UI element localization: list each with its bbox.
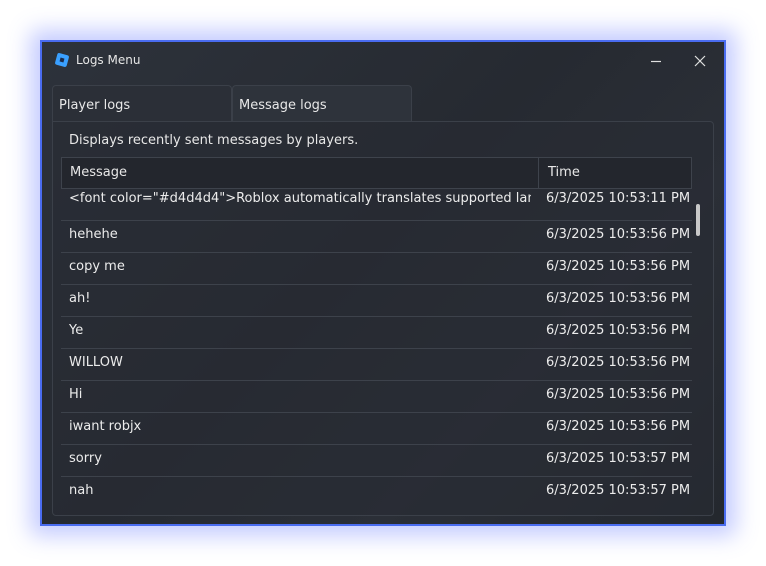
close-icon — [694, 55, 706, 67]
time-cell: 6/3/2025 10:53:56 PM — [546, 323, 691, 338]
message-cell: Ye — [69, 323, 84, 338]
message-cell: sorry — [69, 451, 102, 466]
message-logs-panel: Displays recently sent messages by playe… — [52, 121, 714, 516]
vertical-scrollbar-thumb[interactable] — [696, 204, 700, 236]
message-cell: ah! — [69, 291, 91, 306]
time-cell: 6/3/2025 10:53:56 PM — [546, 291, 691, 306]
message-cell: nah — [69, 483, 94, 498]
tab-message-logs[interactable]: Message logs — [232, 85, 412, 121]
table-header: Message Time — [61, 157, 692, 189]
time-cell: 6/3/2025 10:53:56 PM — [546, 419, 691, 434]
message-table: Message Time <font color="#d4d4d4">Roblo… — [61, 157, 692, 507]
time-cell: 6/3/2025 10:53:57 PM — [546, 451, 691, 466]
time-cell: 6/3/2025 10:53:56 PM — [546, 355, 691, 370]
minimize-icon — [651, 60, 661, 63]
table-body: <font color="#d4d4d4">Roblox automatical… — [61, 189, 692, 507]
table-row[interactable]: WILLOW 6/3/2025 10:53:56 PM — [61, 349, 692, 381]
time-cell: 6/3/2025 10:53:11 PM — [546, 191, 691, 206]
message-cell: copy me — [69, 259, 125, 274]
message-cell: Hi — [69, 387, 83, 402]
table-row[interactable]: Ye 6/3/2025 10:53:56 PM — [61, 317, 692, 349]
minimize-button[interactable] — [634, 42, 678, 80]
table-row[interactable]: iwant robjx 6/3/2025 10:53:56 PM — [61, 413, 692, 445]
table-row[interactable]: hehehe 6/3/2025 10:53:56 PM — [61, 221, 692, 253]
table-row[interactable]: ah! 6/3/2025 10:53:56 PM — [61, 285, 692, 317]
table-row[interactable]: sorry 6/3/2025 10:53:57 PM — [61, 445, 692, 477]
close-button[interactable] — [678, 42, 722, 80]
column-header-time[interactable]: Time — [540, 158, 580, 188]
table-row[interactable]: <font color="#d4d4d4">Roblox automatical… — [61, 189, 692, 221]
tab-label: Player logs — [59, 98, 131, 113]
title-bar[interactable]: Logs Menu — [42, 42, 724, 80]
time-cell: 6/3/2025 10:53:57 PM — [546, 483, 691, 498]
column-header-message[interactable]: Message — [62, 158, 539, 188]
table-row[interactable]: copy me 6/3/2025 10:53:56 PM — [61, 253, 692, 285]
table-row[interactable]: nah 6/3/2025 10:53:57 PM — [61, 477, 692, 507]
time-cell: 6/3/2025 10:53:56 PM — [546, 259, 691, 274]
tab-label: Message logs — [239, 98, 327, 113]
window-title: Logs Menu — [76, 53, 141, 67]
message-cell: <font color="#d4d4d4">Roblox automatical… — [69, 191, 531, 206]
table-row[interactable]: Hi 6/3/2025 10:53:56 PM — [61, 381, 692, 413]
message-cell: iwant robjx — [69, 419, 142, 434]
time-cell: 6/3/2025 10:53:56 PM — [546, 387, 691, 402]
message-cell: WILLOW — [69, 355, 123, 370]
logs-window: Logs Menu Player logs Message logs Displ… — [40, 40, 726, 526]
panel-description: Displays recently sent messages by playe… — [69, 133, 359, 148]
tab-player-logs[interactable]: Player logs — [52, 85, 232, 121]
time-cell: 6/3/2025 10:53:56 PM — [546, 227, 691, 242]
roblox-app-icon — [55, 53, 69, 67]
message-cell: hehehe — [69, 227, 118, 242]
